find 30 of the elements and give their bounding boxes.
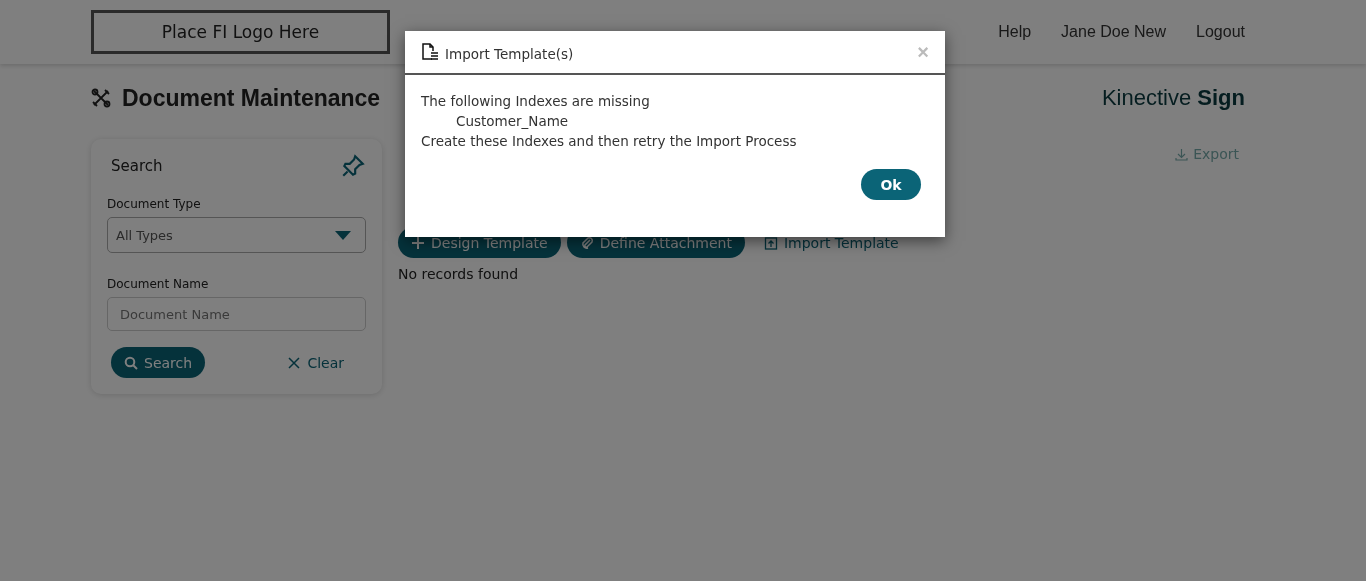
dialog-title: Import Template(s) [445, 46, 574, 62]
empty-message: No records found [398, 266, 520, 282]
dialog-message: Create these Indexes and then retry the Import Process [421, 132, 798, 151]
nav-link[interactable]: Help [998, 23, 1032, 41]
close-button[interactable]: × [917, 40, 929, 64]
nav-link[interactable]: Jane Doe New [1061, 23, 1167, 41]
tools-icon [91, 88, 111, 108]
search-icon [124, 355, 138, 370]
clear-button[interactable]: Clear [282, 353, 350, 372]
search-button[interactable]: Search [111, 347, 206, 378]
caret-icon [335, 230, 351, 240]
upload-icon [763, 235, 778, 250]
dialog-message: The following Indexes are missing [421, 92, 651, 111]
field-label: Document Name [107, 277, 210, 291]
document-name-field[interactable]: Document Name [107, 297, 366, 331]
logo-placeholder-text: Place FI Logo Here [161, 22, 320, 42]
panel-title: Search [111, 157, 163, 175]
toolbar-button[interactable]: Import Template [750, 227, 912, 258]
download-icon [1175, 147, 1189, 161]
page-title: Document Maintenance [122, 84, 381, 112]
document-type-dropdown[interactable]: All Types [107, 217, 366, 253]
dialog-message: Customer_Name [455, 112, 570, 131]
brand-logo: Kinective Sign [1101, 85, 1245, 111]
ok-button[interactable]: Ok [861, 169, 921, 200]
pin-icon[interactable] [340, 153, 366, 179]
export-button[interactable]: Export [1169, 143, 1245, 165]
field-label: Document Type [107, 197, 202, 211]
close-icon [288, 356, 301, 369]
document-icon [421, 43, 439, 61]
nav-link[interactable]: Logout [1196, 23, 1245, 41]
